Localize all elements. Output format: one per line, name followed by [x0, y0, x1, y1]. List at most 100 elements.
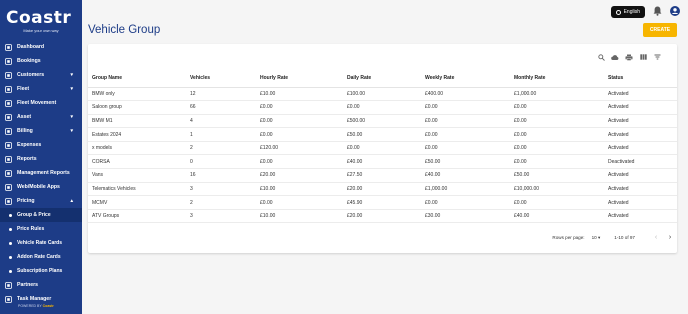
pricing-icon: [5, 197, 12, 205]
table-row[interactable]: Saloon group 66 £0.00 £0.00 £0.00 £0.00 Activa…: [88, 100, 677, 115]
pagination: Rows per page: 10 ▾ 1-10 of 97 ‹ ›: [552, 234, 677, 241]
column-header-hourly-rate[interactable]: Hourly Rate: [260, 69, 347, 88]
cell-daily-rate: £100.00: [347, 87, 425, 102]
sidebar-subitem-price-rules[interactable]: Price Rules: [0, 222, 82, 236]
cell-weekly-rate: £0.00: [425, 127, 514, 142]
sidebar-item-dashboard[interactable]: Dashboard: [0, 40, 82, 54]
cell-daily-rate: £45.90: [347, 195, 425, 210]
table-row[interactable]: Vans 16 £20.00 £27.50 £40.00 £50.00 Activated: [88, 168, 677, 183]
language-button[interactable]: English: [610, 6, 645, 18]
user-avatar-icon[interactable]: [670, 3, 680, 21]
next-page-icon[interactable]: ›: [663, 234, 677, 241]
sidebar-subitem-addon-rate-cards[interactable]: Addon Rate Cards: [0, 250, 82, 264]
cell-status: Activated: [608, 127, 677, 142]
sidebar-item-label: Fleet Movement: [17, 100, 57, 106]
reports-icon: [5, 155, 12, 163]
sidebar-item-label: Bookings: [17, 58, 41, 64]
sidebar-subitem-label: Price Rules: [17, 226, 45, 232]
cell-vehicles: 4: [190, 114, 260, 129]
table-row[interactable]: x models 2 £120.00 £0.00 £0.00 £0.00 Activated: [88, 141, 677, 156]
column-header-daily-rate[interactable]: Daily Rate: [347, 69, 425, 88]
column-header-status[interactable]: Status: [608, 69, 677, 88]
cell-weekly-rate: £0.00: [425, 100, 514, 115]
sidebar-item-label: Task Manager: [17, 296, 52, 302]
sidebar-item-web-mobile-apps[interactable]: Web/Mobile Apps: [0, 180, 82, 194]
sidebar-item-partners[interactable]: Partners: [0, 278, 82, 292]
table-row[interactable]: MCMV 2 £0.00 £45.90 £0.00 £0.00 Activated: [88, 195, 677, 210]
create-button[interactable]: CREATE: [643, 23, 677, 37]
cell-group-name: Saloon group: [88, 100, 190, 115]
cell-monthly-rate: £50.00: [514, 168, 608, 183]
sidebar-item-reports[interactable]: Reports: [0, 152, 82, 166]
sidebar-item-customers[interactable]: Customers ▾: [0, 68, 82, 82]
cell-vehicles: 0: [190, 154, 260, 170]
bookings-icon: [5, 57, 12, 65]
brand-tagline: Make your own way: [23, 28, 59, 33]
sidebar-subitem-vehicle-rate-cards[interactable]: Vehicle Rate Cards: [0, 236, 82, 250]
billing-icon: [5, 127, 12, 135]
cell-vehicles: 66: [190, 100, 260, 115]
sidebar-item-label: Pricing: [17, 198, 35, 204]
sidebar-subitem-subscription-plans[interactable]: Subscription Plans: [0, 264, 82, 278]
sidebar-item-billing[interactable]: Billing ▾: [0, 124, 82, 138]
sidebar-subitem-label: Subscription Plans: [17, 268, 63, 274]
cell-hourly-rate: £0.00: [260, 127, 347, 142]
print-icon[interactable]: [625, 53, 633, 61]
rows-per-page-select[interactable]: 10 ▾: [592, 235, 601, 241]
cell-hourly-rate: £0.00: [260, 100, 347, 115]
table-row[interactable]: Telematics Vehicles 3 £10.00 £20.00 £1,000.0…: [88, 182, 677, 197]
table-row[interactable]: BMW only 12 £10.00 £100.00 £400.00 £1,000.00 A…: [88, 87, 677, 102]
sidebar-subitem-label: Addon Rate Cards: [17, 254, 61, 260]
cloud-download-icon[interactable]: [611, 53, 619, 61]
cell-vehicles: 3: [190, 209, 260, 224]
cell-daily-rate: £40.00: [347, 154, 425, 170]
cell-status: Activated: [608, 182, 677, 197]
cell-vehicles: 3: [190, 182, 260, 197]
bullet-icon: [9, 213, 12, 217]
sidebar-subitem-group-price[interactable]: Group & Price: [0, 208, 82, 222]
columns-icon[interactable]: [639, 53, 647, 61]
partners-icon: [5, 281, 12, 289]
cell-daily-rate: £0.00: [347, 100, 425, 115]
table-row[interactable]: ATV Groups 3 £10.00 £20.00 £30.00 £40.00 Activ…: [88, 209, 677, 224]
caret-down-icon: ▾: [597, 234, 601, 240]
sidebar-item-bookings[interactable]: Bookings: [0, 54, 82, 68]
table-row[interactable]: Estates 2024 1 £0.00 £50.00 £0.00 £0.00 Activa…: [88, 127, 677, 142]
sidebar-item-label: Partners: [17, 282, 39, 288]
sidebar-item-pricing[interactable]: Pricing ▴: [0, 194, 82, 208]
cell-hourly-rate: £0.00: [260, 154, 347, 170]
cell-group-name: Estates 2024: [88, 127, 190, 142]
prev-page-icon[interactable]: ‹: [649, 234, 663, 241]
search-icon[interactable]: [597, 53, 605, 61]
table-row[interactable]: BMW M1 4 £0.00 £500.00 £0.00 £0.00 Activated: [88, 114, 677, 129]
chevron-down-icon: ▾: [70, 114, 73, 120]
sidebar-item-label: Customers: [17, 72, 45, 78]
brand-logo[interactable]: Coastr Make your own way: [6, 9, 76, 33]
sidebar-item-asset[interactable]: Asset ▾: [0, 110, 82, 124]
cell-daily-rate: £0.00: [347, 141, 425, 156]
column-header-weekly-rate[interactable]: Weekly Rate: [425, 69, 514, 88]
filter-icon[interactable]: [653, 53, 661, 61]
sidebar-item-label: Reports: [17, 156, 37, 162]
cell-monthly-rate: £0.00: [514, 141, 608, 156]
sidebar-item-label: Fleet: [17, 86, 30, 92]
powered-by-label: POWERED BY: [18, 304, 42, 308]
table-row[interactable]: CORSA 0 £0.00 £40.00 £50.00 £0.00 Deactivated: [88, 154, 677, 170]
cell-group-name: Vans: [88, 168, 190, 183]
cell-vehicles: 2: [190, 195, 260, 210]
cell-status: Activated: [608, 209, 677, 224]
sidebar-item-fleet-movement[interactable]: Fleet Movement: [0, 96, 82, 110]
column-header-monthly-rate[interactable]: Monthly Rate: [514, 69, 608, 88]
sidebar-item-expenses[interactable]: Expenses: [0, 138, 82, 152]
column-header-group-name[interactable]: Group Name: [88, 69, 190, 88]
cell-status: Activated: [608, 168, 677, 183]
cell-status: Activated: [608, 195, 677, 210]
column-header-vehicles[interactable]: Vehicles: [190, 69, 260, 88]
cell-status: Activated: [608, 141, 677, 156]
mgmt-reports-icon: [5, 169, 12, 177]
sidebar-item-fleet[interactable]: Fleet ▾: [0, 82, 82, 96]
notification-bell-icon[interactable]: [653, 3, 662, 21]
sidebar-item-management-reports[interactable]: Management Reports: [0, 166, 82, 180]
cell-vehicles: 2: [190, 141, 260, 156]
cell-hourly-rate: £0.00: [260, 114, 347, 129]
